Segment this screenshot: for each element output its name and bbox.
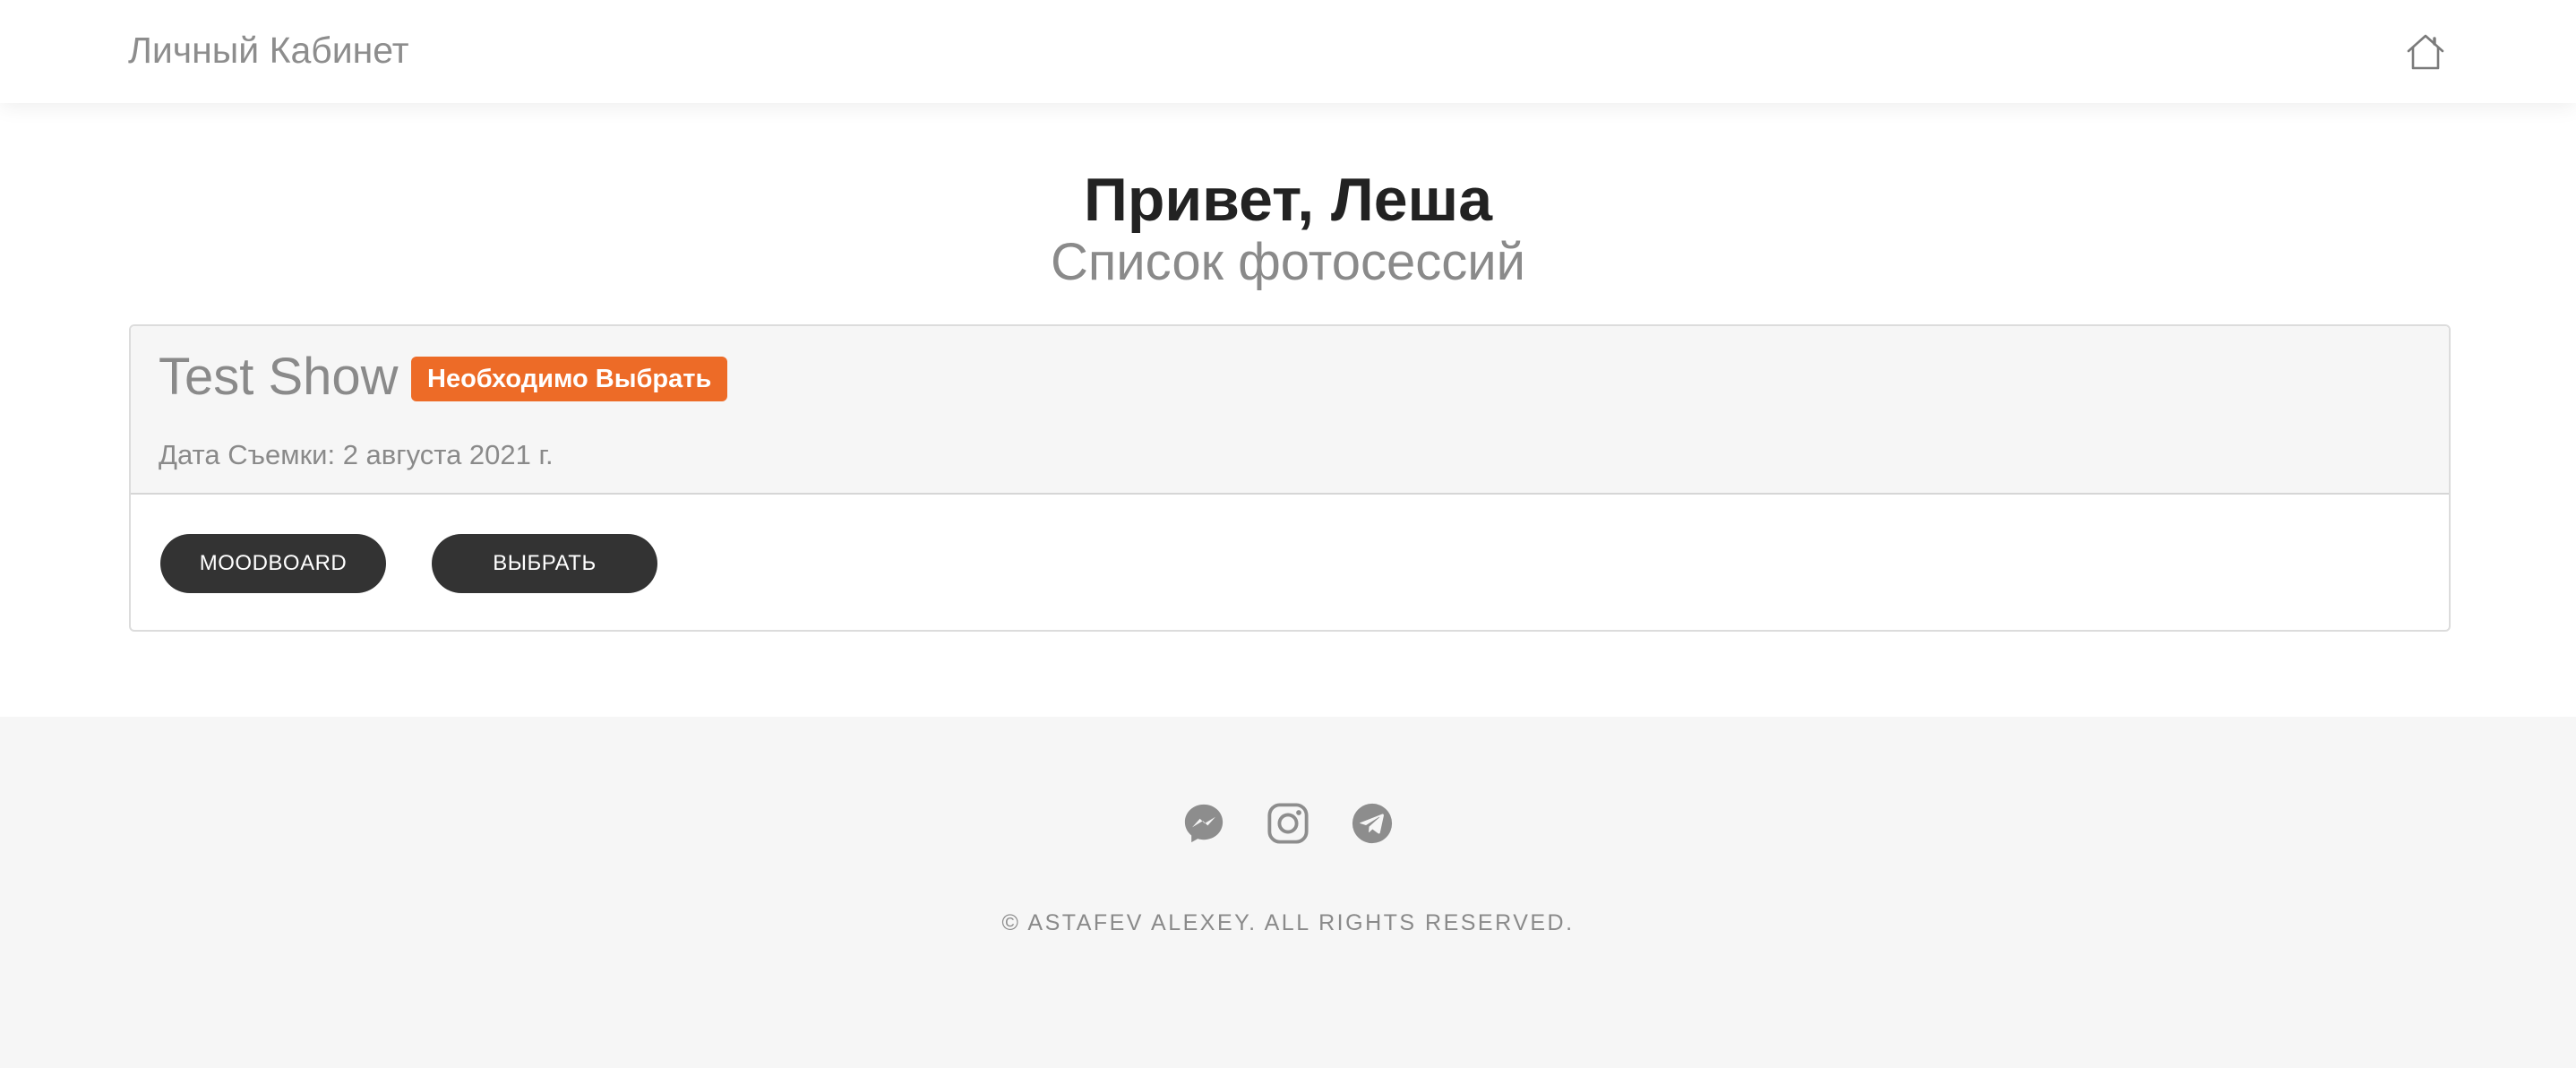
moodboard-button[interactable]: MOODBOARD: [160, 534, 386, 593]
home-button[interactable]: [2400, 27, 2451, 77]
top-navbar: Личный Кабинет: [0, 0, 2576, 103]
home-icon: [2407, 34, 2444, 70]
brand-title[interactable]: Личный Кабинет: [128, 27, 409, 73]
messenger-link[interactable]: [1182, 802, 1225, 845]
copyright-text: © ASTAFEV ALEXEY. ALL RIGHTS RESERVED.: [1001, 910, 1575, 935]
session-title: Test Show: [159, 348, 399, 406]
social-links: [0, 802, 2576, 845]
shoot-date-label: Дата Съемки:: [159, 439, 336, 470]
instagram-link[interactable]: [1267, 802, 1309, 845]
status-badge: Необходимо Выбрать: [411, 357, 728, 401]
session-card-header: Test Show Необходимо Выбрать Дата Съемки…: [131, 326, 2449, 495]
instagram-icon: [1267, 803, 1309, 844]
choose-button[interactable]: ВЫБРАТЬ: [432, 534, 657, 593]
telegram-link[interactable]: [1351, 802, 1394, 845]
session-card: Test Show Необходимо Выбрать Дата Съемки…: [129, 324, 2451, 632]
messenger-icon: [1184, 804, 1224, 843]
sessions-list-title: Список фотосессий: [1050, 233, 1525, 291]
shoot-date: Дата Съемки: 2 августа 2021 г.: [159, 437, 554, 473]
shoot-date-value: 2 августа 2021 г.: [342, 439, 554, 470]
telegram-icon: [1352, 803, 1393, 844]
footer: © ASTAFEV ALEXEY. ALL RIGHTS RESERVED.: [0, 717, 2576, 1068]
greeting-title: Привет, Леша: [1083, 166, 1493, 234]
